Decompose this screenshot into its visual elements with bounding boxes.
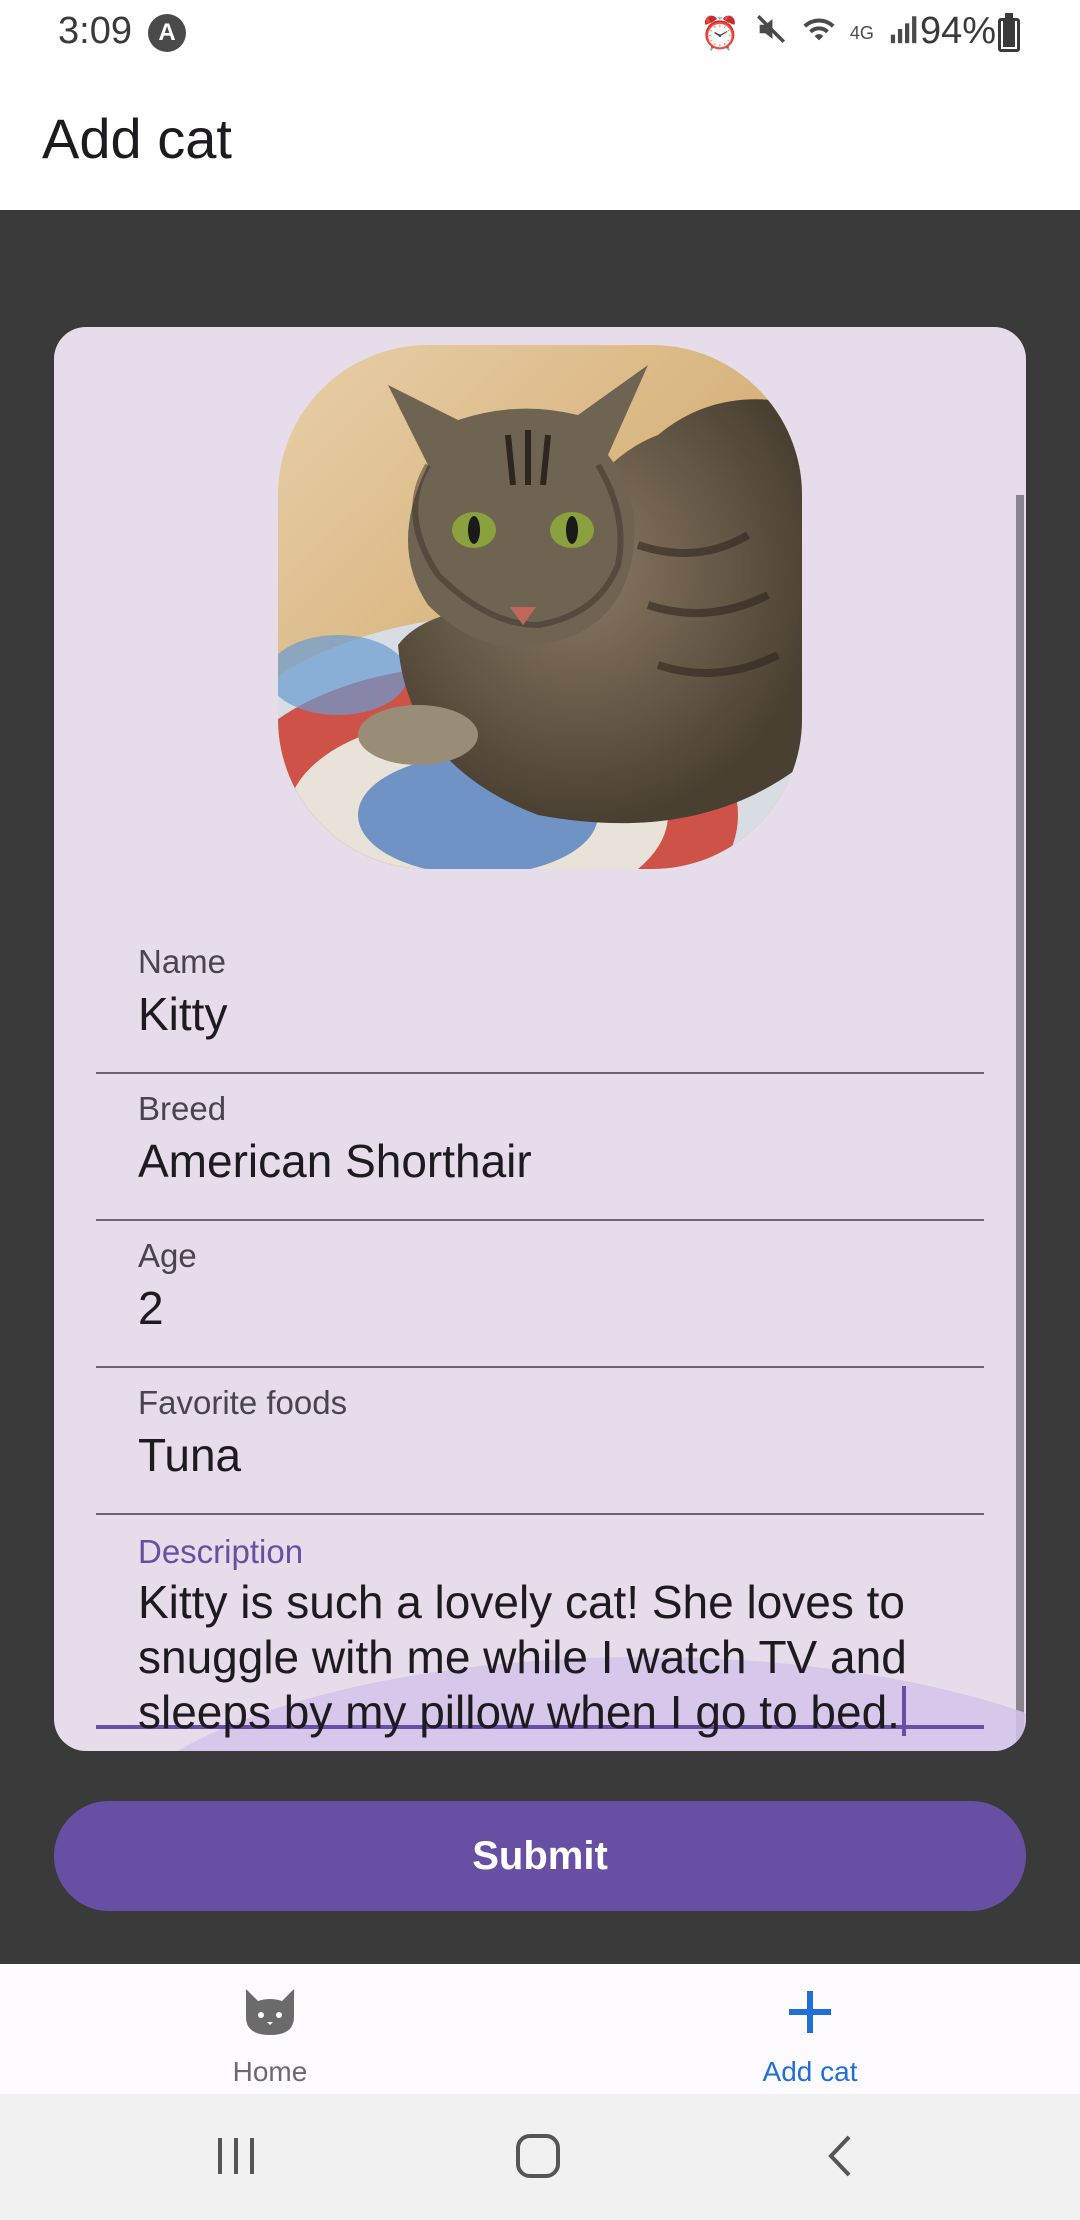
breed-value: American Shorthair [138,1135,532,1187]
status-icons: ⏰ 4G [700,12,922,54]
recents-button[interactable] [196,2124,276,2188]
bottom-nav: Home Add cat [0,1964,1080,2094]
text-cursor [901,1686,906,1736]
nav-item-add-cat[interactable]: Add cat [540,1964,1080,2094]
cat-icon [240,1982,300,2042]
breed-field[interactable]: Breed American Shorthair [96,1074,984,1221]
description-value: Kitty is such a lovely cat! She loves to… [138,1575,958,1740]
home-button[interactable] [498,2124,578,2188]
favorite-foods-label: Favorite foods [138,1384,348,1421]
name-field[interactable]: Name Kitty [96,927,984,1074]
app-bar: Add cat [0,66,1080,210]
description-label: Description [138,1533,304,1570]
favorite-foods-value: Tuna [138,1429,242,1481]
age-value: 2 [138,1282,164,1334]
add-cat-form-card: Name Kitty Breed American Shorthair Age … [54,327,1026,1751]
page-title: Add cat [42,107,232,170]
submit-button[interactable]: Submit [54,1801,1026,1911]
plus-icon [780,1982,840,2042]
breed-label: Breed [138,1090,227,1127]
signal-icon [888,12,922,54]
age-label: Age [138,1237,197,1274]
battery-fill [1003,20,1015,47]
nav-item-home[interactable]: Home [0,1964,540,2094]
battery-percent: 94% [920,10,997,52]
lte-icon: 4G [849,22,874,43]
nav-label-add-cat: Add cat [762,2056,858,2087]
name-label: Name [138,943,227,980]
back-button[interactable] [800,2124,880,2188]
alarm-icon: ⏰ [700,15,740,51]
nav-label-home: Home [232,2056,308,2087]
wifi-icon [802,12,836,54]
name-value: Kitty [138,988,228,1040]
favorite-foods-field[interactable]: Favorite foods Tuna [96,1368,984,1515]
system-nav-bar [0,2094,1080,2220]
content-area: Name Kitty Breed American Shorthair Age … [0,210,1080,1964]
notification-icon: A [148,14,186,52]
cat-photo[interactable] [278,345,802,869]
status-time: 3:09 [58,10,132,52]
age-field[interactable]: Age 2 [96,1221,984,1368]
battery-icon [998,13,1020,52]
status-bar: 3:09 A ⏰ 4G 94% [0,0,1080,66]
description-field[interactable]: Description Kitty is such a lovely cat! … [96,1515,984,1738]
description-text: Kitty is such a lovely cat! She loves to… [138,1576,907,1738]
mute-icon [754,12,788,54]
scrollbar[interactable] [1016,495,1024,1751]
